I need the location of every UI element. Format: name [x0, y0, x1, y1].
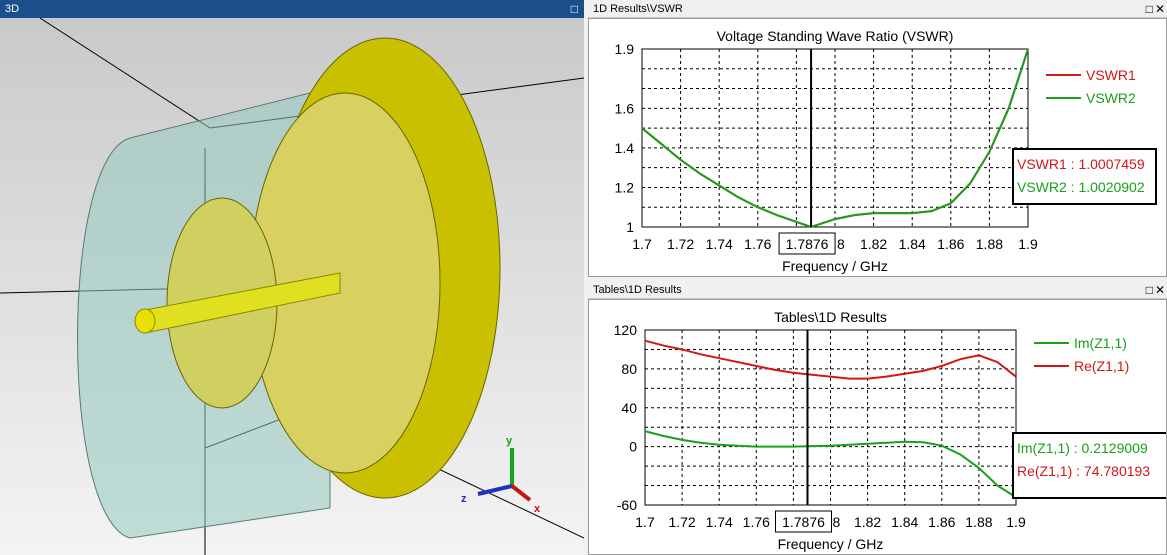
vswr-panel: 1D Results\VSWR □ ✕ Voltage Standing Wav…	[588, 0, 1167, 277]
marker-readout: Im(Z1,1) : 0.2129009	[1017, 440, 1148, 456]
legend-label: Im(Z1,1)	[1074, 335, 1127, 351]
marker-x-label: 1.7876	[782, 514, 825, 530]
vswr-chart[interactable]: Voltage Standing Wave Ratio (VSWR) 1.7 1.7…	[588, 18, 1167, 277]
y-tick-label: 0	[629, 439, 637, 455]
x-tick-label: 1.88	[965, 514, 992, 530]
patch-body	[249, 92, 441, 474]
x-tick-label: 1.7	[632, 236, 652, 252]
maximize-button[interactable]: □	[571, 0, 578, 18]
x-tick-label: 1.76	[743, 514, 770, 530]
axis-z-label: z	[461, 493, 467, 505]
3d-view-titlebar: 3D □	[0, 0, 584, 18]
x-tick-label: 1.84	[899, 236, 926, 252]
marker-readout: VSWR1 : 1.0007459	[1017, 156, 1145, 172]
legend-label: VSWR1	[1086, 67, 1136, 83]
feed-rod-end	[134, 308, 156, 334]
y-tick-label: 1.6	[615, 100, 635, 116]
axes-triad: y z x	[461, 435, 541, 515]
x-tick-label: 1.84	[891, 514, 918, 530]
axis-y-label: y	[506, 435, 513, 447]
axis-x-label: x	[534, 503, 541, 515]
impedance-chart[interactable]: Tables\1D Results1.71.721.741.761.781.81…	[588, 299, 1167, 555]
x-tick-label: 1.74	[706, 514, 733, 530]
x-tick-label: 1.7	[635, 514, 655, 530]
x-axis-label: Frequency / GHz	[778, 536, 884, 552]
marker-readout: Re(Z1,1) : 74.780193	[1017, 463, 1150, 479]
x-tick-label: 1.88	[976, 236, 1003, 252]
legend-label: Re(Z1,1)	[1074, 358, 1129, 374]
y-tick-label: 120	[614, 322, 638, 338]
y-tick-label: 80	[621, 361, 637, 377]
x-tick-label: 1.86	[937, 236, 964, 252]
x-tick-label: 1.86	[928, 514, 955, 530]
vswr-titlebar: 1D Results\VSWR □ ✕	[588, 0, 1167, 18]
y-tick-label: 1.2	[615, 179, 635, 195]
x-tick-label: 1.9	[1006, 514, 1026, 530]
vswr-panel-title: 1D Results\VSWR	[593, 3, 683, 15]
3d-view-title: 3D	[5, 3, 20, 15]
y-tick-label: 1.9	[615, 41, 635, 57]
3d-view-panel[interactable]: 3D □ y z x	[0, 0, 584, 555]
y-tick-label: 1.4	[615, 140, 635, 156]
impedance-titlebar: Tables\1D Results □ ✕	[588, 281, 1167, 299]
impedance-panel-title: Tables\1D Results	[593, 284, 682, 296]
chart-title: Voltage Standing Wave Ratio (VSWR)	[717, 28, 954, 44]
x-tick-label: 1.72	[667, 236, 694, 252]
x-tick-label: 1.74	[706, 236, 733, 252]
chart-title: Tables\1D Results	[774, 309, 887, 325]
x-axis-label: Frequency / GHz	[782, 258, 888, 274]
3d-model-view[interactable]: y z x	[0, 18, 584, 555]
close-button[interactable]: ✕	[1155, 0, 1165, 18]
x-tick-label: 1.72	[668, 514, 695, 530]
marker-readout: VSWR2 : 1.0020902	[1017, 179, 1145, 195]
x-tick-label: 1.82	[854, 514, 881, 530]
x-tick-label: 1.9	[1018, 236, 1038, 252]
legend-label: VSWR2	[1086, 90, 1136, 106]
marker-x-label: 1.7876	[786, 236, 829, 252]
impedance-panel: Tables\1D Results □ ✕ Tables\1D Results 1…	[588, 281, 1167, 555]
y-tick-label: -60	[617, 497, 637, 513]
y-tick-label: 1	[626, 219, 634, 235]
x-tick-label: 1.82	[860, 236, 887, 252]
x-tick-label: 1.76	[744, 236, 771, 252]
maximize-button[interactable]: □	[1146, 0, 1153, 18]
close-button[interactable]: ✕	[1155, 281, 1165, 299]
y-tick-label: 40	[621, 400, 637, 416]
maximize-button[interactable]: □	[1146, 281, 1153, 299]
